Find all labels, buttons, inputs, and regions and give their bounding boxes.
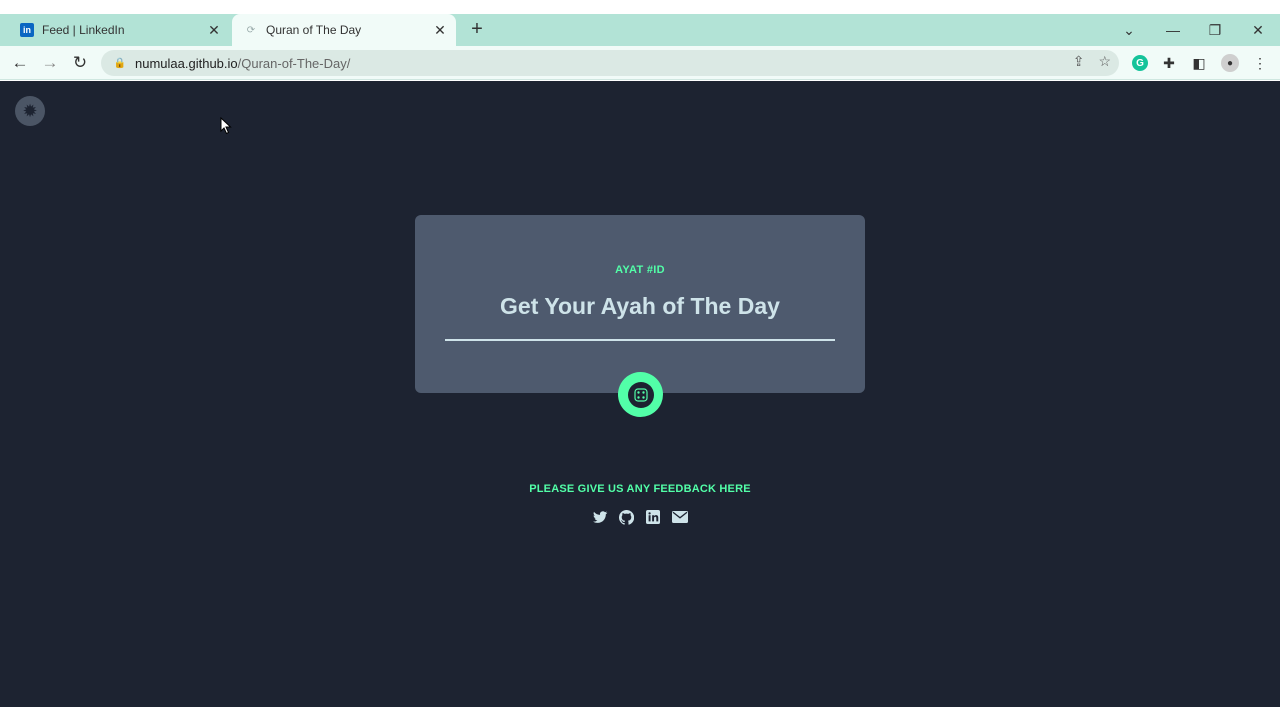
side-panel-icon[interactable]: ◧: [1188, 52, 1210, 74]
address-bar[interactable]: 🔒 numulaa.github.io/Quran-of-The-Day/ ⇪ …: [101, 50, 1119, 76]
share-icon[interactable]: ⇪: [1073, 53, 1085, 70]
card-divider: [445, 339, 835, 341]
linkedin-icon: in: [20, 23, 34, 37]
lock-icon[interactable]: 🔒: [113, 58, 127, 69]
bookmark-star-icon[interactable]: ☆: [1098, 53, 1111, 70]
tab-linkedin-feed[interactable]: in Feed | LinkedIn ✕: [8, 14, 230, 46]
feedback-heading: PLEASE GIVE US ANY FEEDBACK HERE: [529, 483, 751, 495]
minimize-button[interactable]: —: [1160, 14, 1186, 46]
close-icon[interactable]: ✕: [204, 22, 224, 39]
reload-button[interactable]: ↻: [68, 51, 92, 75]
get-ayah-button[interactable]: [618, 372, 663, 417]
top-strip: [0, 0, 1280, 14]
ayat-id-label: AYAT #ID: [615, 264, 665, 276]
ayah-card: AYAT #ID Get Your Ayah of The Day: [415, 215, 865, 393]
linkedin-icon[interactable]: [645, 509, 661, 525]
dice-icon: [627, 381, 654, 408]
extensions-puzzle-icon[interactable]: ✚: [1158, 52, 1180, 74]
email-icon[interactable]: [671, 509, 688, 525]
restore-button[interactable]: ❐: [1202, 14, 1228, 46]
back-button[interactable]: ←: [8, 51, 32, 75]
tab-title: Feed | LinkedIn: [42, 23, 125, 37]
github-icon[interactable]: [619, 509, 635, 525]
browser-menu-icon[interactable]: ⋮: [1249, 52, 1271, 74]
new-tab-button[interactable]: +: [466, 19, 488, 41]
social-links: [592, 508, 688, 526]
tab-search-icon[interactable]: ⌄: [1116, 14, 1142, 46]
theme-toggle-sun-icon[interactable]: ✹: [15, 96, 45, 126]
bottom-strip: [0, 707, 1280, 720]
mouse-cursor-icon: [220, 117, 232, 135]
profile-avatar[interactable]: ●: [1221, 54, 1239, 72]
url-path: /Quran-of-The-Day/: [237, 55, 351, 71]
ayah-text: Get Your Ayah of The Day: [500, 293, 780, 319]
forward-button[interactable]: →: [38, 51, 62, 75]
close-icon[interactable]: ✕: [430, 22, 450, 39]
twitter-icon[interactable]: [592, 509, 608, 525]
browser-toolbar: ← → ↻ 🔒 numulaa.github.io/Quran-of-The-D…: [0, 46, 1280, 80]
grammarly-extension-icon[interactable]: G: [1132, 55, 1148, 71]
page-content: ✹ AYAT #ID Get Your Ayah of The Day PLEA…: [0, 81, 1280, 707]
tab-quran-of-the-day[interactable]: ⟳ Quran of The Day ✕: [232, 14, 456, 46]
tab-title: Quran of The Day: [266, 23, 362, 37]
url-text: numulaa.github.io/Quran-of-The-Day/: [135, 56, 350, 71]
url-host: numulaa.github.io: [135, 55, 238, 71]
loading-icon: ⟳: [246, 24, 256, 36]
tab-bar: in Feed | LinkedIn ✕ ⟳ Quran of The Day …: [0, 14, 1280, 46]
omnibox-actions: ⇪ ☆: [1073, 53, 1111, 70]
window-close-button[interactable]: ✕: [1245, 14, 1271, 46]
